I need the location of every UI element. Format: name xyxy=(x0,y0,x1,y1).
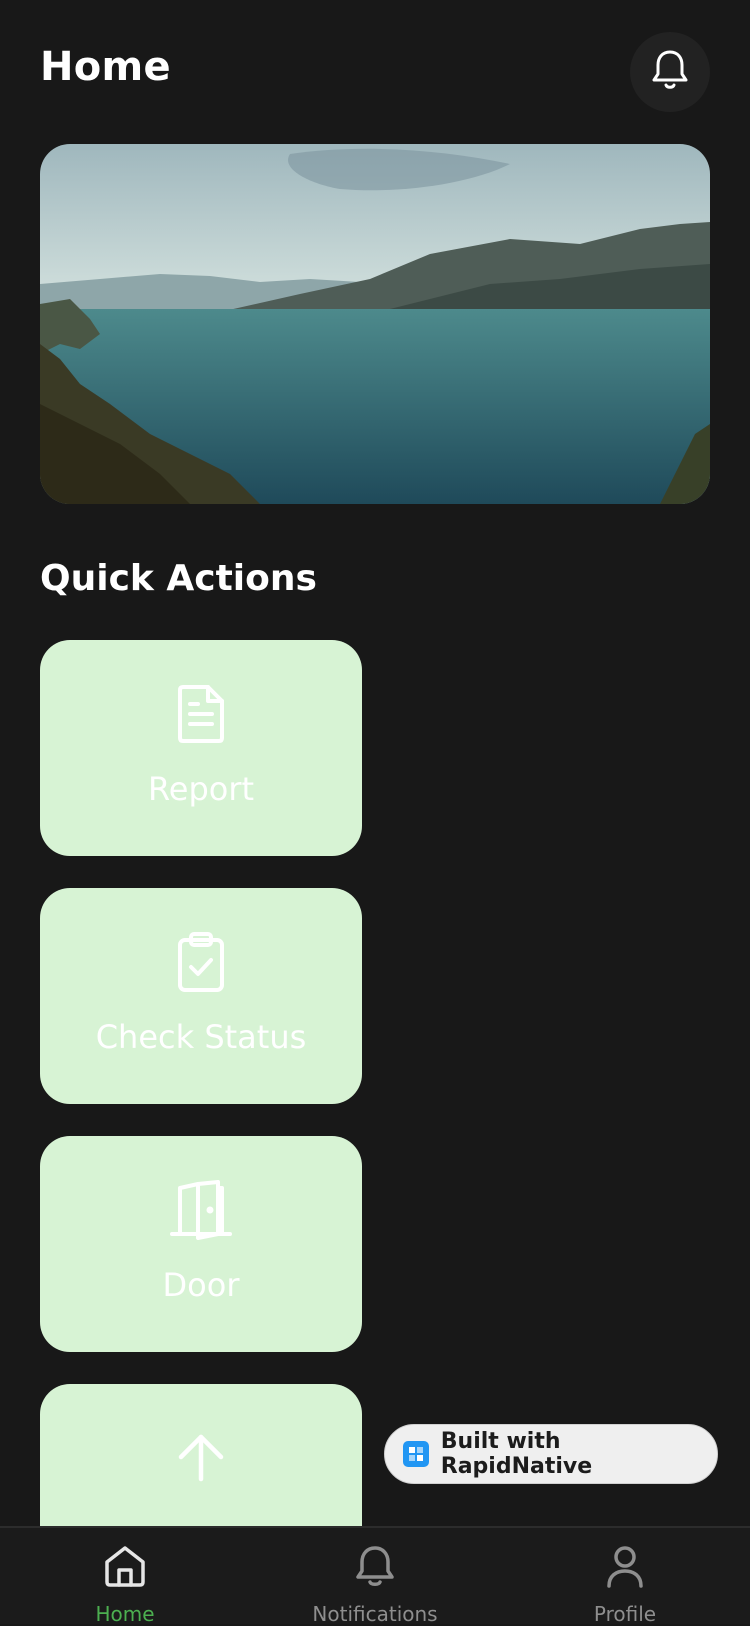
quick-actions-title: Quick Actions xyxy=(40,558,317,599)
bell-icon xyxy=(651,49,689,95)
badge-text: Built with RapidNative xyxy=(440,1429,593,1479)
tab-label: Notifications xyxy=(312,1602,438,1626)
arrow-up-icon xyxy=(177,1426,225,1490)
action-label: Door xyxy=(162,1266,240,1304)
action-label: Check Status xyxy=(95,1018,307,1056)
action-card-door[interactable]: Door xyxy=(40,1136,362,1352)
door-icon xyxy=(170,1178,232,1242)
action-card-report[interactable]: Report xyxy=(40,640,362,856)
hero-image xyxy=(40,144,710,504)
action-card-check-status[interactable]: Check Status xyxy=(40,888,362,1104)
tab-notifications[interactable]: Notifications xyxy=(285,1544,465,1626)
action-label: Report xyxy=(147,770,255,808)
clipboard-check-icon xyxy=(176,930,226,994)
user-icon xyxy=(603,1544,647,1592)
tab-label: Home xyxy=(95,1602,155,1626)
tab-label: Profile xyxy=(593,1602,657,1626)
document-icon xyxy=(176,682,226,746)
bottom-tab-bar: Home Notifications Profile xyxy=(0,1526,750,1626)
rapidnative-logo-icon xyxy=(403,1441,429,1467)
home-icon xyxy=(103,1544,147,1592)
tab-home[interactable]: Home xyxy=(35,1544,215,1626)
bell-icon xyxy=(353,1544,397,1592)
tab-profile[interactable]: Profile xyxy=(535,1544,715,1626)
rapidnative-badge[interactable]: Built with RapidNative xyxy=(384,1424,718,1484)
notifications-button[interactable] xyxy=(630,32,710,112)
page-title: Home xyxy=(40,44,171,90)
